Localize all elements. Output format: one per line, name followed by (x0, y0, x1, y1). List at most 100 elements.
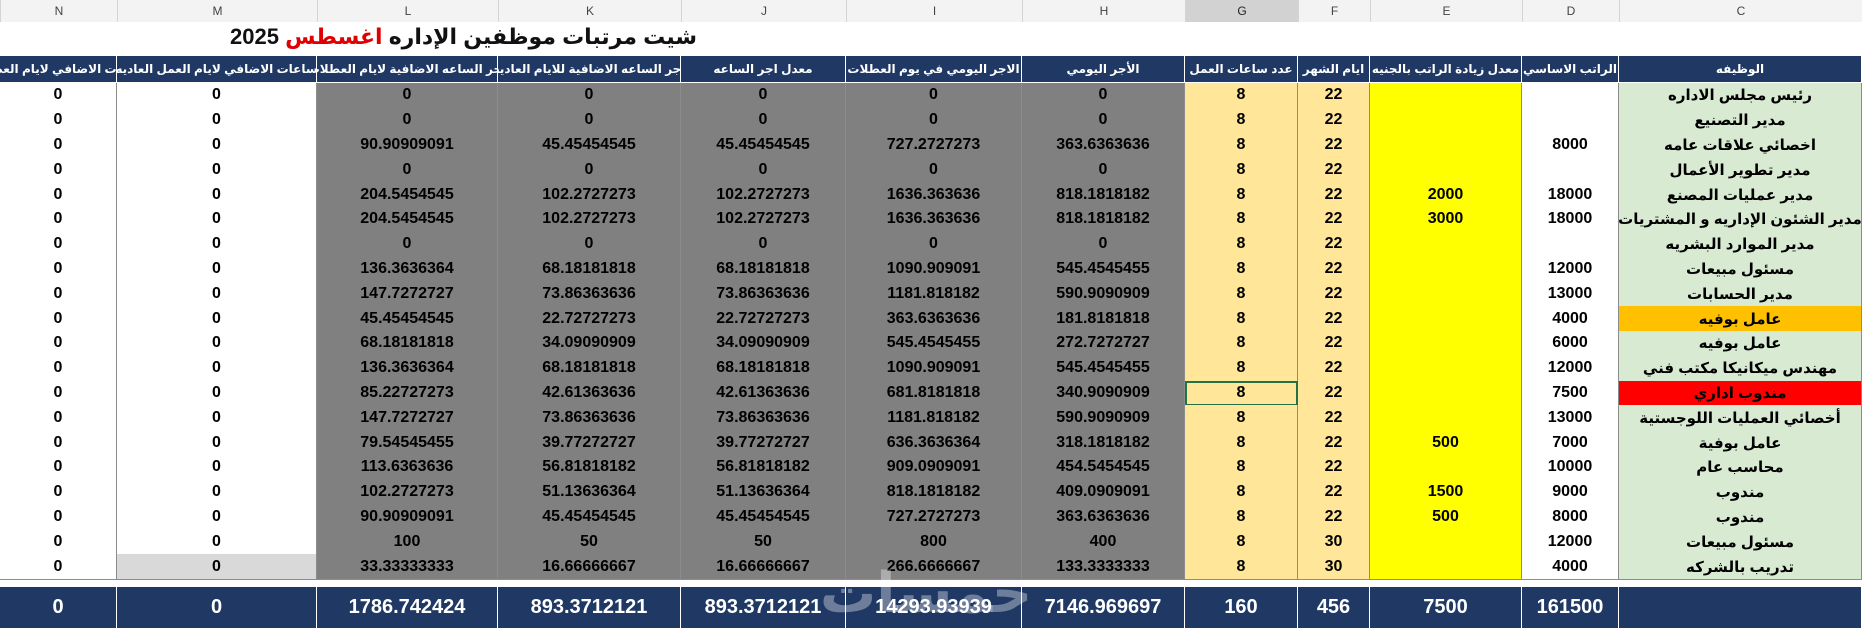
cell-n-20[interactable]: 0 (0, 554, 117, 580)
cell-l-11[interactable]: 68.18181818 (317, 331, 498, 357)
column-letter-i[interactable]: I (846, 0, 1022, 22)
cell-f-9[interactable]: 22 (1298, 281, 1370, 308)
cell-i-9[interactable]: 1181.818182 (846, 281, 1022, 308)
cell-n-18[interactable]: 0 (0, 504, 117, 531)
cell-f-7[interactable]: 22 (1298, 231, 1370, 258)
cell-h-14[interactable]: 590.9090909 (1022, 405, 1185, 432)
cell-n-8[interactable]: 0 (0, 256, 117, 283)
cell-l-3[interactable]: 90.90909091 (317, 132, 498, 159)
cell-d-9[interactable]: 13000 (1522, 281, 1619, 308)
cell-m-12[interactable]: 0 (117, 355, 317, 382)
cell-h-17[interactable]: 409.0909091 (1022, 479, 1185, 506)
cell-e-19[interactable] (1370, 529, 1522, 556)
total-j[interactable]: 893.3712121 (681, 587, 846, 628)
cell-n-11[interactable]: 0 (0, 331, 117, 357)
total-h[interactable]: 7146.969697 (1022, 587, 1185, 628)
cell-l-19[interactable]: 100 (317, 529, 498, 556)
cell-n-2[interactable]: 0 (0, 107, 117, 134)
cell-g-9[interactable]: 8 (1185, 281, 1298, 308)
column-letter-k[interactable]: K (498, 0, 681, 22)
cell-g-16[interactable]: 8 (1185, 455, 1298, 481)
cell-l-17[interactable]: 102.2727273 (317, 479, 498, 506)
cell-h-15[interactable]: 318.1818182 (1022, 430, 1185, 456)
cell-k-17[interactable]: 51.13636364 (498, 479, 681, 506)
cell-g-8[interactable]: 8 (1185, 256, 1298, 283)
cell-d-10[interactable]: 4000 (1522, 306, 1619, 332)
cell-n-7[interactable]: 0 (0, 231, 117, 258)
cell-h-20[interactable]: 133.3333333 (1022, 554, 1185, 580)
cell-h-7[interactable]: 0 (1022, 231, 1185, 258)
cell-g-7[interactable]: 8 (1185, 231, 1298, 258)
cell-m-6[interactable]: 0 (117, 207, 317, 233)
column-letter-d[interactable]: D (1522, 0, 1619, 22)
cell-m-8[interactable]: 0 (117, 256, 317, 283)
cell-n-3[interactable]: 0 (0, 132, 117, 159)
cell-d-18[interactable]: 8000 (1522, 504, 1619, 531)
cell-m-16[interactable]: 0 (117, 455, 317, 481)
cell-l-13[interactable]: 85.22727273 (317, 380, 498, 407)
cell-j-4[interactable]: 0 (681, 157, 846, 184)
column-letter-n[interactable]: N (0, 0, 117, 22)
cell-i-16[interactable]: 909.0909091 (846, 455, 1022, 481)
cell-i-3[interactable]: 727.2727273 (846, 132, 1022, 159)
cell-c-15[interactable]: عامل بوفية (1619, 430, 1862, 456)
cell-c-2[interactable]: مدير التصنيع (1619, 107, 1862, 134)
cell-h-11[interactable]: 272.7272727 (1022, 331, 1185, 357)
cell-g-6[interactable]: 8 (1185, 207, 1298, 233)
cell-i-15[interactable]: 636.3636364 (846, 430, 1022, 456)
cell-d-3[interactable]: 8000 (1522, 132, 1619, 159)
header-l[interactable]: اجر الساعه الاضافية لايام العطلات (317, 56, 498, 83)
cell-j-5[interactable]: 102.2727273 (681, 182, 846, 208)
cell-e-5[interactable]: 2000 (1370, 182, 1522, 208)
cell-h-9[interactable]: 590.9090909 (1022, 281, 1185, 308)
column-letter-c[interactable]: C (1619, 0, 1862, 22)
cell-c-14[interactable]: أخصائي العمليات اللوجستية (1619, 405, 1862, 432)
cell-n-16[interactable]: 0 (0, 455, 117, 481)
cell-k-13[interactable]: 42.61363636 (498, 380, 681, 407)
cell-h-12[interactable]: 545.4545455 (1022, 355, 1185, 382)
header-e[interactable]: معدل زيادة الراتب بالجنيه (1370, 56, 1522, 83)
cell-g-11[interactable]: 8 (1185, 331, 1298, 357)
cell-i-8[interactable]: 1090.909091 (846, 256, 1022, 283)
cell-c-16[interactable]: محاسب عام (1619, 455, 1862, 481)
cell-n-13[interactable]: 0 (0, 380, 117, 407)
header-k[interactable]: اجر الساعه الاضافية للايام العادية (498, 56, 681, 83)
cell-k-11[interactable]: 34.09090909 (498, 331, 681, 357)
cell-l-12[interactable]: 136.3636364 (317, 355, 498, 382)
cell-m-14[interactable]: 0 (117, 405, 317, 432)
total-d[interactable]: 161500 (1522, 587, 1619, 628)
cell-m-13[interactable]: 0 (117, 380, 317, 407)
cell-i-6[interactable]: 1636.363636 (846, 207, 1022, 233)
cell-l-10[interactable]: 45.45454545 (317, 306, 498, 332)
cell-f-11[interactable]: 22 (1298, 331, 1370, 357)
cell-l-2[interactable]: 0 (317, 107, 498, 134)
cell-l-6[interactable]: 204.5454545 (317, 207, 498, 233)
cell-g-1[interactable]: 8 (1185, 83, 1298, 109)
cell-k-5[interactable]: 102.2727273 (498, 182, 681, 208)
cell-j-8[interactable]: 68.18181818 (681, 256, 846, 283)
header-g[interactable]: عدد ساعات العمل (1185, 56, 1298, 83)
cell-e-3[interactable] (1370, 132, 1522, 159)
cell-f-16[interactable]: 22 (1298, 455, 1370, 481)
cell-f-3[interactable]: 22 (1298, 132, 1370, 159)
cell-i-10[interactable]: 363.6363636 (846, 306, 1022, 332)
cell-e-12[interactable] (1370, 355, 1522, 382)
cell-d-13[interactable]: 7500 (1522, 380, 1619, 407)
header-n[interactable]: ساعات الاضافي لايام العطلات (0, 56, 117, 83)
cell-j-2[interactable]: 0 (681, 107, 846, 134)
total-f[interactable]: 456 (1298, 587, 1370, 628)
cell-g-14[interactable]: 8 (1185, 405, 1298, 432)
cell-f-12[interactable]: 22 (1298, 355, 1370, 382)
cell-k-20[interactable]: 16.66666667 (498, 554, 681, 580)
cell-c-10[interactable]: عامل بوفيه (1619, 306, 1862, 332)
cell-j-1[interactable]: 0 (681, 83, 846, 109)
cell-n-6[interactable]: 0 (0, 207, 117, 233)
cell-g-19[interactable]: 8 (1185, 529, 1298, 556)
cell-h-10[interactable]: 181.8181818 (1022, 306, 1185, 332)
cell-l-18[interactable]: 90.90909091 (317, 504, 498, 531)
cell-j-10[interactable]: 22.72727273 (681, 306, 846, 332)
cell-h-3[interactable]: 363.6363636 (1022, 132, 1185, 159)
cell-c-3[interactable]: اخصائي علاقات عامه (1619, 132, 1862, 159)
cell-f-4[interactable]: 22 (1298, 157, 1370, 184)
cell-i-1[interactable]: 0 (846, 83, 1022, 109)
